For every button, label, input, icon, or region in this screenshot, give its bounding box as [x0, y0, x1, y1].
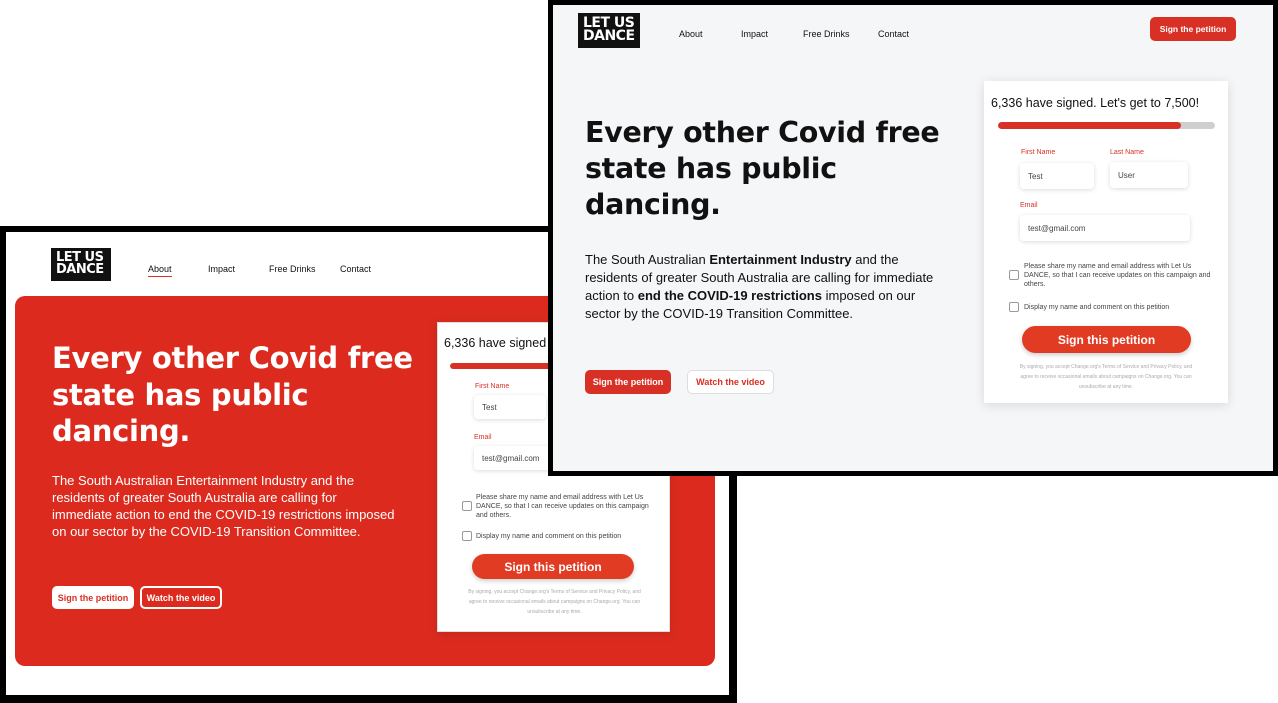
- nav-about[interactable]: About: [679, 29, 703, 39]
- share-details-label: Please share my name and email address w…: [476, 494, 649, 520]
- last-name-input[interactable]: User: [1110, 162, 1188, 188]
- logo[interactable]: LET US DANCE: [51, 248, 111, 281]
- first-name-input[interactable]: Test: [1020, 163, 1094, 189]
- legal-line-1: By signing, you accept Change.org's Term…: [1019, 364, 1193, 370]
- nav-free-drinks[interactable]: Free Drinks: [803, 29, 850, 39]
- legal-line-2: agree to receive occasional emails about…: [468, 599, 641, 605]
- sign-petition-button[interactable]: Sign the petition: [585, 370, 671, 394]
- nav-free-drinks[interactable]: Free Drinks: [269, 264, 316, 274]
- nav-about[interactable]: About: [148, 264, 172, 277]
- signature-count: 6,336 have signed: [444, 336, 547, 350]
- nav-impact[interactable]: Impact: [741, 29, 768, 39]
- hero-title-line-3: dancing.: [585, 187, 721, 221]
- signature-count: 6,336 have signed. Let's get to 7,500!: [991, 96, 1200, 110]
- hero-text-bold-2: end the COVID-19 restrictions: [637, 287, 822, 303]
- first-name-label: First Name: [475, 383, 510, 390]
- sign-this-petition-button[interactable]: Sign this petition: [1022, 326, 1191, 353]
- hero-title-line-1: Every other Covid free: [585, 116, 940, 149]
- display-name-label: Display my name and comment on this peti…: [476, 533, 622, 540]
- legal-line-2: agree to receive occasional emails about…: [1020, 374, 1192, 380]
- first-name-input[interactable]: Test: [474, 395, 546, 419]
- nav-contact[interactable]: Contact: [340, 264, 371, 274]
- hero-description: The South Australian Entertainment Indus…: [585, 251, 940, 323]
- display-name-checkbox[interactable]: [1009, 302, 1019, 312]
- hero-title: Every other Covid free state has public …: [585, 115, 940, 223]
- nav-contact[interactable]: Contact: [878, 29, 909, 39]
- logo-line-2: DANCE: [583, 28, 635, 45]
- header-sign-petition-button[interactable]: Sign the petition: [1150, 17, 1236, 41]
- signature-progress-fill: [998, 122, 1182, 129]
- display-name-label: Display my name and comment on this peti…: [1024, 304, 1170, 311]
- logo-line-2: DANCE: [56, 262, 104, 278]
- email-label: Email: [1020, 202, 1038, 209]
- legal-line-1: By signing, you accept Change.org's Term…: [468, 589, 641, 595]
- share-details-label: Please share my name and email address w…: [1024, 263, 1211, 289]
- email-label: Email: [474, 434, 492, 441]
- front-screenshot-frame: LET US DANCE About Impact Free Drinks Co…: [548, 0, 1278, 476]
- legal-disclaimer: By signing, you accept Change.org's Term…: [452, 587, 657, 617]
- signature-progress-bar: [998, 122, 1215, 129]
- front-screenshot: LET US DANCE About Impact Free Drinks Co…: [553, 5, 1273, 471]
- hero-text-bold-1: Entertainment Industry: [709, 252, 852, 267]
- first-name-label: First Name: [1021, 149, 1056, 156]
- last-name-label: Last Name: [1110, 149, 1144, 156]
- hero-title: Every other Covid free state has public …: [52, 340, 413, 450]
- legal-line-3: unsubscribe at any time.: [1078, 384, 1134, 390]
- sign-this-petition-button[interactable]: Sign this petition: [472, 554, 634, 579]
- petition-form-card: 6,336 have signed. Let's get to 7,500! F…: [984, 81, 1228, 403]
- watch-video-button[interactable]: Watch the video: [140, 586, 222, 609]
- logo[interactable]: LET US DANCE: [578, 13, 640, 48]
- hero-title-line-3: dancing.: [52, 414, 191, 449]
- hero-description: The South Australian Entertainment Indus…: [52, 473, 395, 539]
- legal-disclaimer: By signing, you accept Change.org's Term…: [998, 362, 1214, 392]
- hero-text-part-1: The South Australian: [585, 252, 710, 267]
- sign-petition-button[interactable]: Sign the petition: [52, 586, 134, 609]
- hero-title-line-2: state has public: [52, 377, 309, 412]
- hero-title-line-1: Every other Covid free: [52, 341, 413, 375]
- display-name-checkbox[interactable]: [462, 531, 472, 541]
- nav-impact[interactable]: Impact: [208, 264, 235, 274]
- share-details-checkbox[interactable]: [462, 501, 472, 511]
- watch-video-button[interactable]: Watch the video: [687, 370, 774, 394]
- legal-line-3: unsubscribe at any time.: [527, 609, 582, 615]
- hero-title-line-2: state has public: [585, 151, 837, 185]
- email-input[interactable]: test@gmail.com: [1020, 215, 1190, 241]
- share-details-checkbox[interactable]: [1009, 270, 1019, 280]
